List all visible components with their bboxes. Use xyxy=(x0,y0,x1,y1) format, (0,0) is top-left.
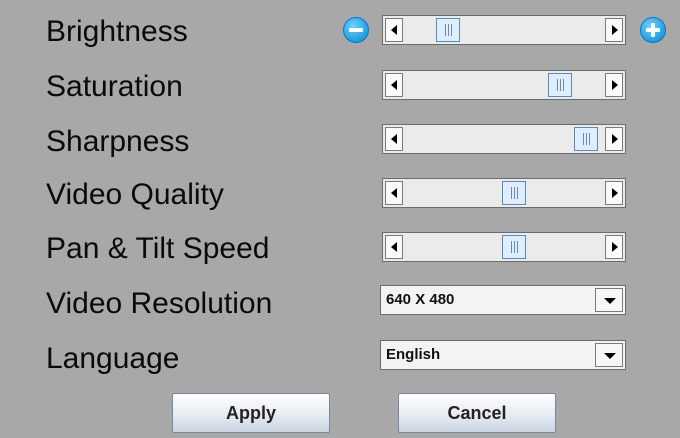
slider-thumb[interactable] xyxy=(573,127,598,151)
brightness-slider[interactable] xyxy=(382,15,626,45)
arrow-right-icon xyxy=(612,242,618,252)
slider-thumb[interactable] xyxy=(502,181,527,205)
language-select[interactable]: English xyxy=(380,340,626,370)
pan-tilt-speed-slider[interactable] xyxy=(382,232,626,262)
arrow-right-icon xyxy=(612,80,618,90)
thumb-grip xyxy=(448,24,450,36)
saturation-slider[interactable] xyxy=(382,70,626,100)
thumb-grip xyxy=(517,241,519,253)
scroll-left-button[interactable] xyxy=(385,73,403,97)
thumb-grip xyxy=(559,79,561,91)
arrow-right-icon xyxy=(612,188,618,198)
saturation-label: Saturation xyxy=(46,70,183,103)
brightness-label: Brightness xyxy=(46,15,188,48)
thumb-grip xyxy=(514,187,516,199)
thumb-grip xyxy=(445,24,447,36)
brightness-increase-button[interactable] xyxy=(640,17,666,43)
thumb-grip xyxy=(511,187,513,199)
brightness-decrease-button[interactable] xyxy=(343,17,369,43)
scroll-right-button[interactable] xyxy=(605,235,623,259)
dropdown-button[interactable] xyxy=(595,343,623,367)
arrow-left-icon xyxy=(391,80,397,90)
video-resolution-label: Video Resolution xyxy=(46,287,273,320)
arrow-right-icon xyxy=(612,25,618,35)
thumb-grip xyxy=(588,133,590,145)
dropdown-button[interactable] xyxy=(595,288,623,312)
scroll-right-button[interactable] xyxy=(605,73,623,97)
thumb-grip xyxy=(517,187,519,199)
apply-button[interactable]: Apply xyxy=(172,393,330,433)
cancel-button[interactable]: Cancel xyxy=(398,393,556,433)
video-resolution-value: 640 X 480 xyxy=(386,291,455,308)
video-quality-slider[interactable] xyxy=(382,178,626,208)
chevron-down-icon xyxy=(604,298,616,304)
slider-thumb[interactable] xyxy=(436,18,461,42)
arrow-left-icon xyxy=(391,242,397,252)
scroll-left-button[interactable] xyxy=(385,235,403,259)
arrow-right-icon xyxy=(612,134,618,144)
thumb-grip xyxy=(585,133,587,145)
language-value: English xyxy=(386,346,441,363)
video-resolution-select[interactable]: 640 X 480 xyxy=(380,285,626,315)
thumb-grip xyxy=(556,79,558,91)
chevron-down-icon xyxy=(604,353,616,359)
slider-thumb[interactable] xyxy=(547,73,572,97)
arrow-left-icon xyxy=(391,188,397,198)
pan-tilt-speed-label: Pan & Tilt Speed xyxy=(46,232,270,265)
sharpness-label: Sharpness xyxy=(46,125,190,158)
scroll-right-button[interactable] xyxy=(605,18,623,42)
slider-thumb[interactable] xyxy=(502,235,527,259)
thumb-grip xyxy=(451,24,453,36)
sharpness-slider[interactable] xyxy=(382,124,626,154)
scroll-right-button[interactable] xyxy=(605,127,623,151)
arrow-left-icon xyxy=(391,134,397,144)
thumb-grip xyxy=(514,241,516,253)
scroll-left-button[interactable] xyxy=(385,18,403,42)
scroll-left-button[interactable] xyxy=(385,181,403,205)
thumb-grip xyxy=(562,79,564,91)
scroll-right-button[interactable] xyxy=(605,181,623,205)
scroll-left-button[interactable] xyxy=(385,127,403,151)
thumb-grip xyxy=(511,241,513,253)
language-label: Language xyxy=(46,342,180,375)
arrow-left-icon xyxy=(391,25,397,35)
video-quality-label: Video Quality xyxy=(46,178,224,211)
thumb-grip xyxy=(582,133,584,145)
